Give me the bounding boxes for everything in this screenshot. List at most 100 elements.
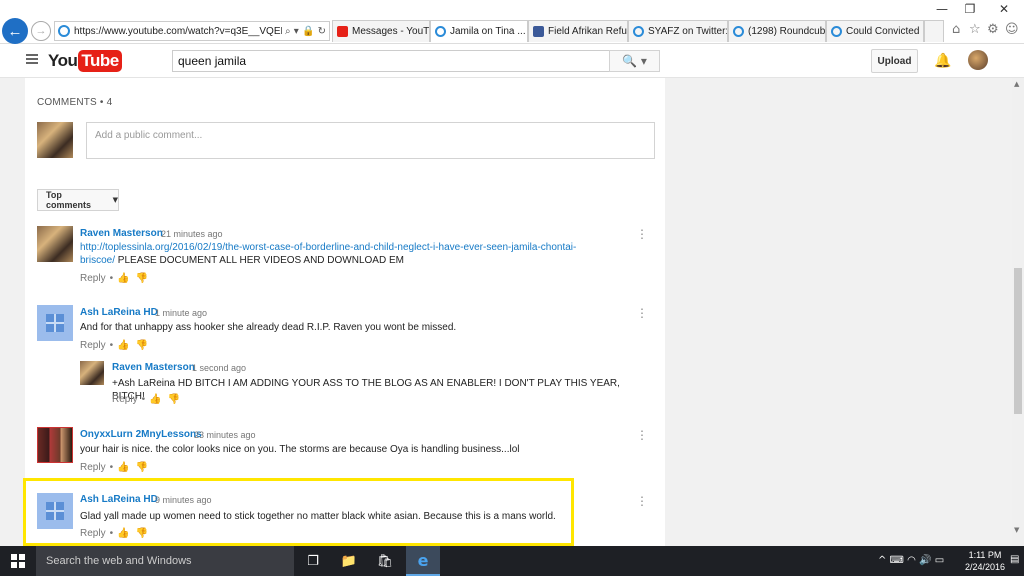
scrollbar-thumb[interactable] [1014, 268, 1022, 414]
dislike-icon[interactable]: 👎 [136, 528, 148, 539]
comment-author[interactable]: OnyxxLurn 2MnyLessons [80, 429, 202, 440]
favorites-star-icon[interactable]: ☆ [969, 22, 981, 37]
windows-taskbar: Search the web and Windows ❐ 📁 🛍 e ^ ⌨ ◠… [0, 546, 1024, 576]
like-icon[interactable]: 👍 [117, 528, 129, 539]
facebook-tab-icon [533, 26, 544, 37]
comment-author[interactable]: Ash LaReina HD [80, 494, 158, 505]
comment-text: http://toplessinla.org/2016/02/19/the-wo… [80, 241, 590, 267]
tab-roundcube[interactable]: (1298) Roundcub... [728, 20, 826, 42]
account-avatar[interactable] [968, 50, 988, 70]
feedback-smiley-icon[interactable]: ☺ [1005, 22, 1019, 37]
comment-actions: Reply • 👍 👎 [80, 528, 148, 539]
dislike-icon[interactable]: 👎 [136, 273, 148, 284]
action-center-icon[interactable]: ▤ [1010, 554, 1019, 565]
comment-avatar[interactable] [37, 493, 73, 529]
page-scrollbar[interactable]: ▲ ▼ [1012, 78, 1024, 546]
sort-comments-dropdown[interactable]: Top comments ▼ [37, 189, 119, 211]
new-tab-button[interactable] [924, 20, 944, 42]
tab-syafz-twitter[interactable]: SYAFZ on Twitter: ... [628, 20, 728, 42]
comment-time[interactable]: 9 minutes ago [155, 495, 212, 505]
comment-menu-icon[interactable]: ⋮ [636, 495, 648, 507]
comment-avatar[interactable] [37, 305, 73, 341]
reply-time[interactable]: 1 second ago [192, 363, 246, 373]
reply-button[interactable]: Reply [80, 273, 106, 284]
comment-menu-icon[interactable]: ⋮ [636, 307, 648, 319]
file-explorer-icon[interactable]: 📁 [332, 546, 366, 576]
tab-field-afrikan[interactable]: Field Afrikan Refu... [528, 20, 628, 42]
comment-input[interactable]: Add a public comment... [86, 122, 655, 159]
reply-button[interactable]: Reply [80, 528, 106, 539]
scroll-up-arrow-icon[interactable]: ▲ [1014, 80, 1019, 88]
current-user-avatar [37, 122, 73, 158]
comment-author[interactable]: Ash LaReina HD [80, 307, 158, 318]
tab-jamila[interactable]: Jamila on Tina ... ✕ [430, 20, 528, 42]
reply-button[interactable]: Reply [112, 394, 138, 405]
comment-body: your hair is nice. the color looks nice … [80, 444, 520, 455]
tab-label: Messages - YouT... [352, 26, 430, 37]
comment-avatar[interactable] [37, 427, 73, 463]
reply-button[interactable]: Reply [80, 462, 106, 473]
tab-label: Jamila on Tina ... [450, 26, 526, 37]
task-view-icon[interactable]: ❐ [296, 546, 330, 576]
dislike-icon[interactable]: 👎 [168, 394, 180, 405]
comment-actions: Reply • 👍 👎 [80, 462, 148, 473]
reply-avatar[interactable] [80, 361, 104, 385]
restore-button[interactable]: ❐ [958, 2, 982, 16]
page-background: COMMENTS • 4 Add a public comment... Top… [0, 78, 1014, 546]
back-button[interactable]: ← [2, 18, 28, 44]
tab-label: SYAFZ on Twitter: ... [648, 26, 728, 37]
forward-button[interactable]: → [31, 21, 51, 41]
comment-time[interactable]: 1 minute ago [155, 308, 207, 318]
search-input[interactable]: queen jamila [172, 50, 610, 72]
dislike-icon[interactable]: 👎 [136, 340, 148, 351]
comment-time[interactable]: 23 minutes ago [194, 430, 256, 440]
comment-time[interactable]: 21 minutes ago [161, 229, 223, 239]
guide-menu-icon[interactable] [26, 54, 38, 64]
search-icon: 🔍 ▾ [622, 54, 647, 68]
tab-messages[interactable]: Messages - YouT... [332, 20, 430, 42]
reply-actions: Reply • 👍 👎 [112, 394, 180, 405]
like-icon[interactable]: 👍 [117, 340, 129, 351]
ie-tab-icon [831, 26, 842, 37]
system-tray-icons[interactable]: ^ ⌨ ◠ 🔊 ▭ [878, 555, 944, 566]
windows-start-icon[interactable] [11, 554, 25, 568]
comment-menu-icon[interactable]: ⋮ [636, 429, 648, 441]
forward-arrow-icon: → [35, 25, 47, 37]
address-controls[interactable]: ⌕ ▾ 🔒 ↻ [282, 26, 329, 37]
store-icon[interactable]: 🛍 [368, 546, 402, 576]
reply-button[interactable]: Reply [80, 340, 106, 351]
ie-tab-icon [733, 26, 744, 37]
comment-menu-icon[interactable]: ⋮ [636, 228, 648, 240]
address-url: https://www.youtube.com/watch?v=q3E__VQE… [74, 25, 282, 37]
sort-label: Top comments [46, 190, 92, 210]
ie-tab-icon [633, 26, 644, 37]
dislike-icon[interactable]: 👎 [136, 462, 148, 473]
minimize-button[interactable]: — [930, 2, 954, 16]
browser-chrome: — ❐ ✕ ← → https://www.youtube.com/watch?… [0, 0, 1024, 44]
ie-page-icon [58, 25, 70, 37]
comment-actions: Reply • 👍 👎 [80, 340, 148, 351]
taskbar-search-input[interactable]: Search the web and Windows [36, 546, 294, 576]
youtube-header: You Tube queen jamila 🔍 ▾ Upload 🔔 [0, 44, 1024, 78]
home-icon[interactable]: ⌂ [952, 22, 960, 37]
youtube-tab-icon [337, 26, 348, 37]
notifications-bell-icon[interactable]: 🔔 [934, 53, 951, 69]
comment-body: PLEASE DOCUMENT ALL HER VIDEOS AND DOWNL… [115, 255, 404, 266]
comment-avatar[interactable] [37, 226, 73, 262]
settings-gear-icon[interactable]: ⚙ [987, 22, 999, 37]
like-icon[interactable]: 👍 [117, 273, 129, 284]
taskbar-clock[interactable]: 1:11 PM 2/24/2016 [962, 549, 1008, 573]
like-icon[interactable]: 👍 [117, 462, 129, 473]
close-window-button[interactable]: ✕ [992, 2, 1016, 16]
scroll-down-arrow-icon[interactable]: ▼ [1014, 526, 1019, 534]
address-bar[interactable]: https://www.youtube.com/watch?v=q3E__VQE… [54, 21, 330, 41]
youtube-logo[interactable]: You Tube [48, 50, 122, 72]
search-button[interactable]: 🔍 ▾ [609, 50, 660, 72]
like-icon[interactable]: 👍 [149, 394, 161, 405]
tab-could-convicted[interactable]: Could Convicted ... [826, 20, 924, 42]
internet-explorer-icon[interactable]: e [406, 546, 440, 576]
upload-button[interactable]: Upload [871, 49, 918, 73]
comment-author[interactable]: Raven Masterson [80, 228, 163, 239]
tab-label: Could Convicted ... [846, 26, 924, 37]
reply-author[interactable]: Raven Masterson [112, 362, 195, 373]
